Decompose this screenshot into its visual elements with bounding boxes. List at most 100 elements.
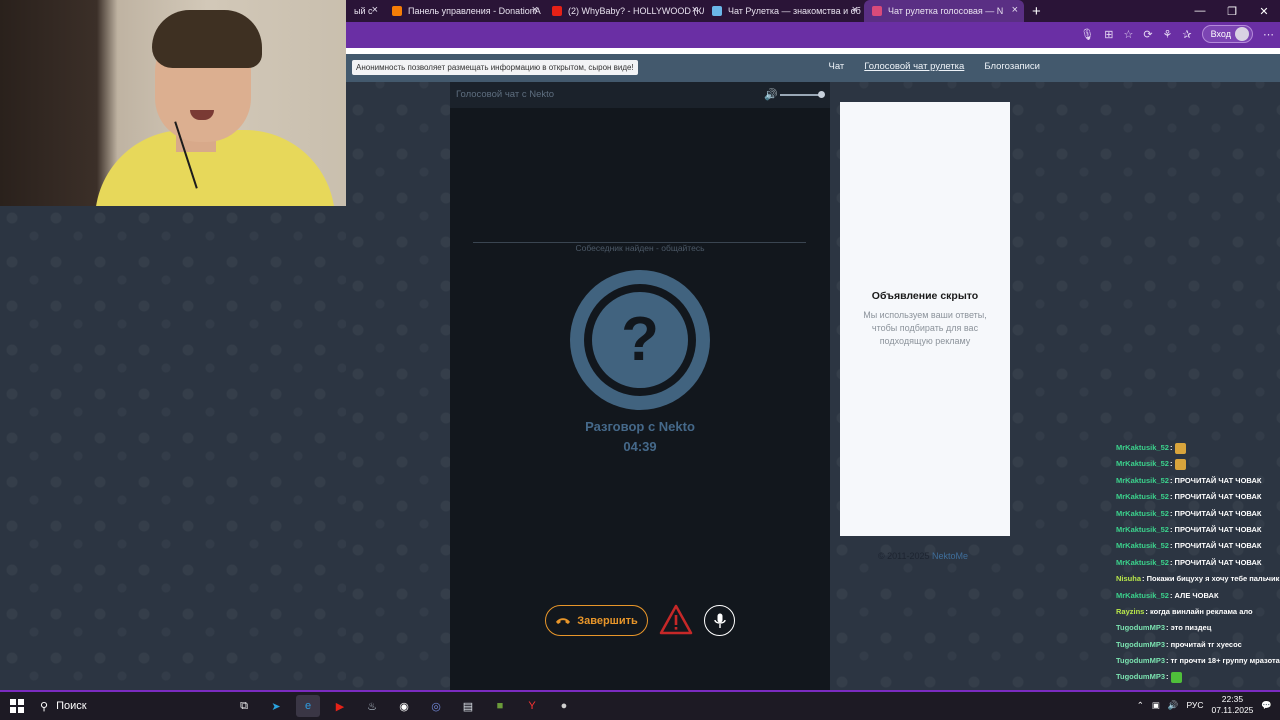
discord-icon[interactable]: ◎ xyxy=(424,695,448,717)
new-tab-button[interactable]: + xyxy=(1032,3,1041,20)
site-nav-bar: Анонимность позволяет размещать информац… xyxy=(346,54,1280,82)
chat-text: тг прочти 18+ группу мразота xyxy=(1170,656,1280,666)
chat-text: когда винлайн реклама ало xyxy=(1149,606,1253,616)
language-indicator[interactable]: РУС xyxy=(1186,700,1203,710)
extensions-icon[interactable]: ⚘ xyxy=(1163,28,1173,41)
chat-emote-icon xyxy=(1174,442,1186,454)
tab-title: Чат Рулетка — знакомства и об xyxy=(728,6,861,16)
restore-button[interactable]: ❐ xyxy=(1216,5,1248,18)
chat-username: TugodumMP3 xyxy=(1116,639,1166,649)
volume-slider[interactable] xyxy=(780,94,822,96)
volume-icon[interactable]: 🔊 xyxy=(764,88,778,101)
tab-close-icon[interactable]: × xyxy=(852,4,858,16)
tab-favicon-icon xyxy=(872,6,882,16)
favorite-star-icon[interactable]: ☆ xyxy=(1123,28,1133,41)
windows-taskbar: ⚲ Поиск ⧉ ➤ e ▶ ♨ ◉ ◎ ▤ ■ Y ● ⌃ ▣ 🔊 РУС 22:35 07.1… xyxy=(0,690,1280,720)
minimize-button[interactable]: — xyxy=(1184,5,1216,17)
browser-tab[interactable]: Панель управления - DonationA × xyxy=(384,0,544,22)
chat-username: MrKaktusik_52 xyxy=(1116,590,1169,600)
chat-message: MrKaktusik_52: ПРОЧИТАЙ ЧАТ ЧОВАК xyxy=(1116,473,1280,489)
app-icon[interactable]: ● xyxy=(552,695,576,717)
chat-username: TugodumMP3 xyxy=(1116,672,1166,682)
chat-message: TugodumMP3: тг прочти 18+ группу мразота xyxy=(1116,653,1280,669)
ad-block: Объявление скрыто Мы используем ваши отв… xyxy=(840,102,1010,536)
browser-tab[interactable]: (2) WhyBaby? - HOLLYWOOD (КЛ × xyxy=(544,0,704,22)
nav-link[interactable]: Голосовой чат рулетка xyxy=(864,61,964,72)
chat-message: Rayzins: когда винлайн реклама ало xyxy=(1116,604,1280,620)
browser-tab[interactable]: ый с × xyxy=(346,0,384,22)
browser-tab[interactable]: Чат Рулетка — знакомства и об × xyxy=(704,0,864,22)
chat-message: Nisuha: Покажи бицуху я хочу тебе пальчи… xyxy=(1116,571,1280,587)
apps-icon[interactable]: ⊞ xyxy=(1104,28,1113,41)
browser-tab[interactable]: Чат рулетка голосовая — N × xyxy=(864,0,1024,22)
task-view-icon[interactable]: ⧉ xyxy=(232,695,256,717)
end-call-label: Завершить xyxy=(577,614,638,627)
volume-slider-handle[interactable] xyxy=(818,91,825,98)
copyright-text: © 2011-2025 xyxy=(878,551,930,561)
copyright: © 2011-2025 NektoMe xyxy=(878,551,968,561)
microphone-icon xyxy=(713,613,726,628)
start-button[interactable] xyxy=(10,699,24,713)
screen: ый с × Панель управления - DonationA × (2) W… xyxy=(0,0,1280,720)
chat-username: Nisuha xyxy=(1116,574,1142,584)
end-call-button[interactable]: Завершить xyxy=(545,605,648,636)
tab-close-icon[interactable]: × xyxy=(532,4,538,16)
steam-icon[interactable]: ♨ xyxy=(360,695,384,717)
chat-message: MrKaktusik_52: ПРОЧИТАЙ ЧАТ ЧОВАК xyxy=(1116,555,1280,571)
yandex-icon[interactable]: Y xyxy=(520,695,544,717)
chat-emote-icon xyxy=(1170,671,1182,683)
search-icon: ⚲ xyxy=(40,700,49,713)
youtube-icon[interactable]: ▶ xyxy=(328,695,352,717)
browser-tab-bar: ый с × Панель управления - DonationA × (2) W… xyxy=(346,0,1280,22)
favorites-icon[interactable]: ✰ xyxy=(1182,28,1191,41)
chat-message: MrKaktusik_52: ПРОЧИТАЙ ЧАТ ЧОВАК xyxy=(1116,489,1280,505)
telegram-icon[interactable]: ➤ xyxy=(264,695,288,717)
tab-close-icon[interactable]: × xyxy=(692,4,698,16)
login-button[interactable]: Вход xyxy=(1201,25,1253,43)
explorer-icon[interactable]: ▤ xyxy=(456,695,480,717)
chat-username: MrKaktusik_52 xyxy=(1116,492,1169,502)
taskbar-search[interactable]: ⚲ Поиск xyxy=(34,695,230,717)
report-warning-icon[interactable] xyxy=(659,604,693,636)
notifications-icon[interactable]: 💬 xyxy=(1261,700,1272,711)
refresh-icon[interactable]: ⟳ xyxy=(1143,28,1152,41)
stream-chat-overlay: MrKaktusik_52: MrKaktusik_52: MrKaktusik… xyxy=(1116,440,1280,690)
more-menu-icon[interactable]: ⋯ xyxy=(1263,28,1274,41)
copyright-link[interactable]: NektoMe xyxy=(932,551,968,561)
chat-text: ПРОЧИТАЙ ЧАТ ЧОВАК xyxy=(1174,541,1262,551)
system-tray: ⌃ ▣ 🔊 РУС 22:35 07.11.2025 💬 xyxy=(1137,694,1272,716)
microphone-button[interactable] xyxy=(704,605,735,636)
chat-text: Покажи бицуху я хочу тебе пальчик в по xyxy=(1146,574,1280,584)
chat-text: прочитай тг хуесос xyxy=(1170,639,1242,649)
chat-username: MrKaktusik_52 xyxy=(1116,557,1169,567)
chat-username: MrKaktusik_52 xyxy=(1116,475,1169,485)
network-icon[interactable]: ▣ xyxy=(1152,700,1160,711)
tab-close-icon[interactable]: × xyxy=(1012,4,1018,16)
page-background-left xyxy=(0,206,346,690)
avatar-ring-inner: ? xyxy=(584,284,696,396)
chat-text: ПРОЧИТАЙ ЧАТ ЧОВАК xyxy=(1174,492,1262,502)
close-window-button[interactable]: ✕ xyxy=(1248,5,1280,18)
tab-close-icon[interactable]: × xyxy=(372,4,378,16)
volume-tray-icon[interactable]: 🔊 xyxy=(1168,700,1179,711)
chat-username: MrKaktusik_52 xyxy=(1116,508,1169,518)
chat-username: MrKaktusik_52 xyxy=(1116,443,1169,452)
search-label: Поиск xyxy=(56,700,87,712)
nav-link[interactable]: Блогозаписи xyxy=(984,61,1040,72)
obs-icon[interactable]: ◉ xyxy=(392,695,416,717)
microphone-icon[interactable]: 🎙 xyxy=(1080,28,1094,41)
tab-title: (2) WhyBaby? - HOLLYWOOD (КЛ xyxy=(568,6,704,16)
minecraft-icon[interactable]: ■ xyxy=(488,695,512,717)
chat-separator: : xyxy=(1169,443,1175,452)
nav-link[interactable]: Чат xyxy=(829,61,845,72)
voice-chat-panel: Голосовой чат с Nekto 🔊 Собеседник найде… xyxy=(450,82,830,690)
clock[interactable]: 22:35 07.11.2025 xyxy=(1211,694,1253,716)
chat-separator: : xyxy=(1169,459,1175,469)
edge-icon[interactable]: e xyxy=(296,695,320,717)
chat-separator: : xyxy=(1166,672,1171,682)
conversation-title: Разговор с Nekto xyxy=(585,419,695,434)
chat-username: MrKaktusik_52 xyxy=(1116,524,1169,534)
ad-title: Объявление скрыто xyxy=(871,290,979,302)
show-hidden-icons-icon[interactable]: ⌃ xyxy=(1137,700,1144,711)
status-text: Собеседник найден - общайтесь xyxy=(571,243,709,253)
